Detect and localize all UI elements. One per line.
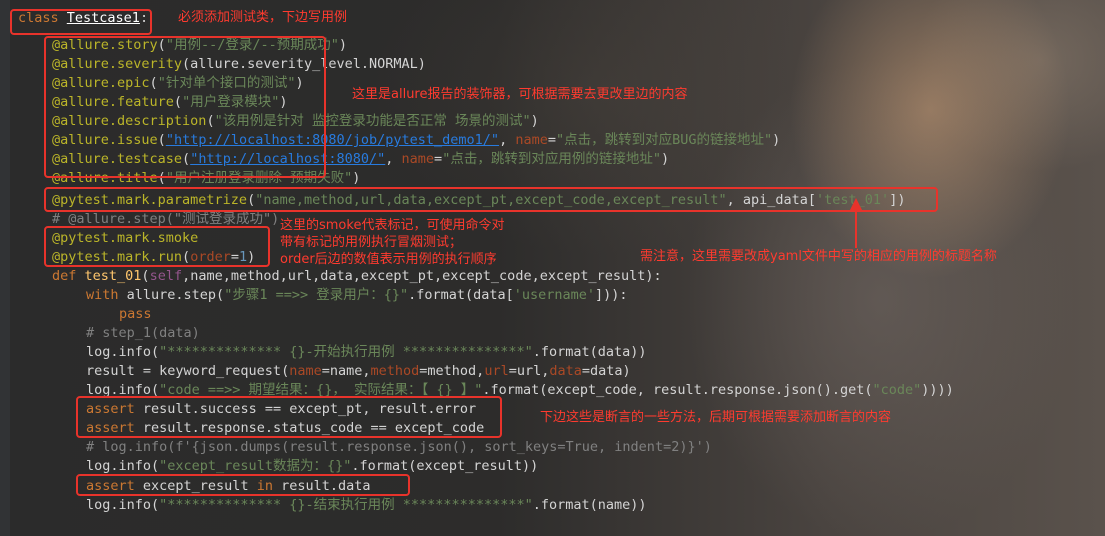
smoke-note-1: 这里的smoke代表标记，可使用命令对 [280, 218, 505, 233]
assert-note: 下边这些是断言的一些方法，后期可根据需要添加断言的内容 [540, 410, 892, 425]
arrow-icon [850, 198, 862, 248]
smoke-note-3: order后边的数值表示用例的执行顺序 [280, 252, 497, 267]
class-note: 必须添加测试类，下边写用例 [178, 10, 348, 25]
yaml-note: 需注意，这里需要改成yaml文件中写的相应的用例的标题名称 [640, 249, 997, 264]
smoke-note-2: 带有标记的用例执行冒烟测试； [280, 235, 463, 250]
allure-note: 这里是allure报告的装饰器，可根据需要去更改里边的内容 [352, 87, 688, 102]
